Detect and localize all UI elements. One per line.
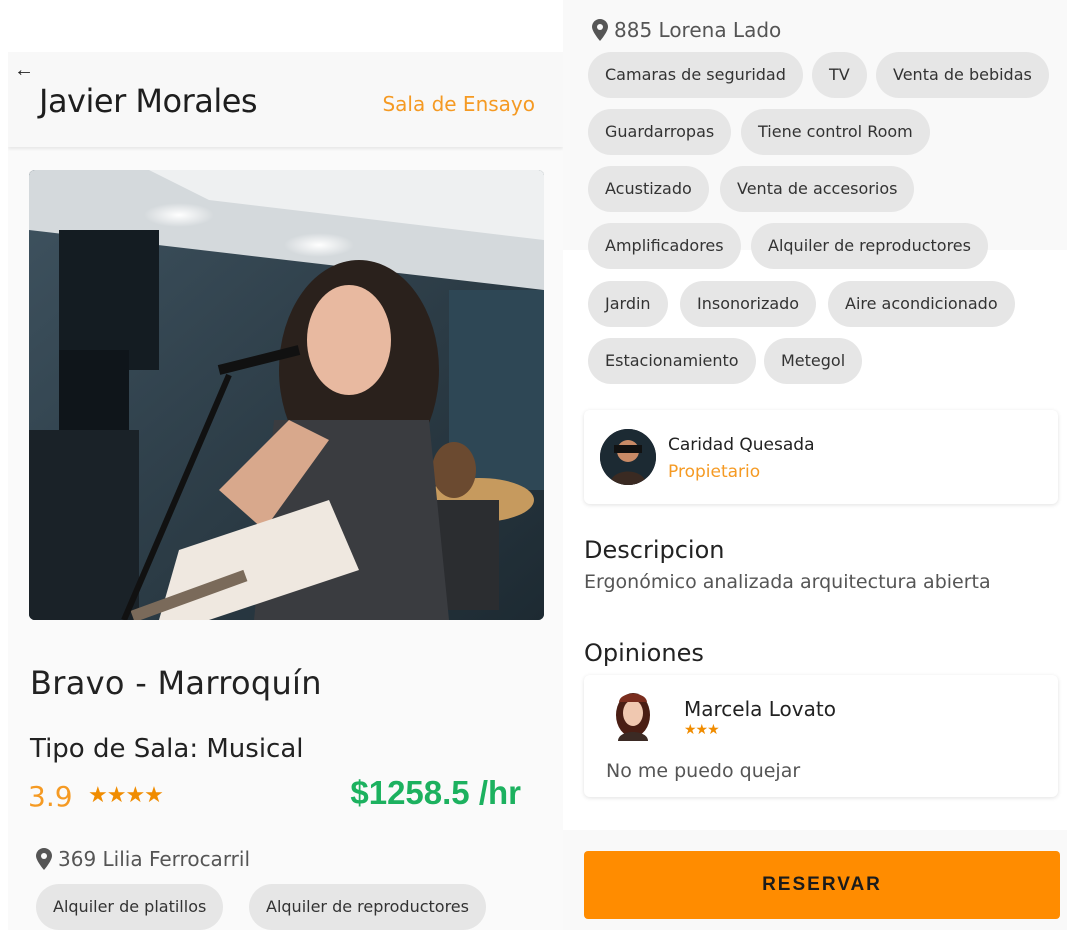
amenity-chip[interactable]: Alquiler de reproductores [249, 884, 486, 930]
avatar [600, 429, 656, 485]
page-title: Javier Morales [39, 82, 258, 120]
description-text: Ergonómico analizada arquitectura abiert… [584, 571, 991, 593]
review-text: No me puedo quejar [606, 760, 801, 782]
review-author: Marcela Lovato [684, 697, 836, 721]
amenity-chip[interactable]: Camaras de seguridad [588, 52, 803, 98]
venue-photo [29, 170, 544, 620]
map-pin-icon [36, 848, 52, 870]
venue-detail-left: ← Javier Morales Sala de Ensayo Bravo - … [8, 52, 563, 930]
address-text: 885 Lorena Lado [614, 18, 782, 42]
rating-value: 3.9 [28, 780, 73, 813]
venue-address-secondary: 885 Lorena Lado [592, 18, 781, 42]
review-stars: ★★★ [684, 721, 720, 737]
amenity-chip[interactable]: Insonorizado [680, 281, 817, 327]
amenity-chip[interactable]: Amplificadores [588, 223, 741, 269]
amenity-chip[interactable]: Venta de accesorios [720, 166, 915, 212]
amenity-chip[interactable]: TV [812, 52, 867, 98]
back-button[interactable]: ← [14, 58, 34, 82]
app-header: ← Javier Morales Sala de Ensayo [8, 52, 563, 147]
amenity-chip[interactable]: Alquiler de platillos [36, 884, 224, 930]
amenity-chip[interactable]: Estacionamiento [588, 338, 756, 384]
amenity-chip[interactable]: Acustizado [588, 166, 709, 212]
venue-name: Bravo - Marroquín [30, 664, 322, 702]
arrow-left-icon[interactable]: ← [14, 59, 34, 81]
price-per-hour: $1258.5 /hr [350, 774, 521, 811]
avatar [610, 685, 656, 741]
venue-address: 369 Lilia Ferrocarril [36, 847, 250, 871]
venue-type: Tipo de Sala: Musical [30, 734, 304, 764]
amenity-chip[interactable]: Guardarropas [588, 109, 732, 155]
amenity-chip[interactable]: Alquiler de reproductores [751, 223, 988, 269]
owner-role: Propietario [668, 462, 761, 482]
amenity-chip[interactable]: Venta de bebidas [876, 52, 1049, 98]
address-text: 369 Lilia Ferrocarril [58, 847, 251, 871]
amenity-chip[interactable]: Aire acondicionado [828, 281, 1015, 327]
reserve-button[interactable]: RESERVAR [584, 851, 1060, 919]
amenity-chip[interactable]: Metegol [764, 338, 863, 384]
reviews-title: Opiniones [584, 639, 704, 667]
category-link[interactable]: Sala de Ensayo [382, 92, 535, 116]
amenity-chip[interactable]: Jardin [588, 281, 668, 327]
review-card: Marcela Lovato ★★★ No me puedo quejar [584, 675, 1058, 797]
rating-stars: ★★★★ [88, 782, 164, 807]
description-title: Descripcion [584, 536, 725, 564]
amenity-chip[interactable]: Tiene control Room [741, 109, 930, 155]
owner-name: Caridad Quesada [668, 435, 815, 455]
map-pin-icon [592, 19, 608, 41]
owner-card[interactable]: Caridad Quesada Propietario [584, 410, 1058, 504]
